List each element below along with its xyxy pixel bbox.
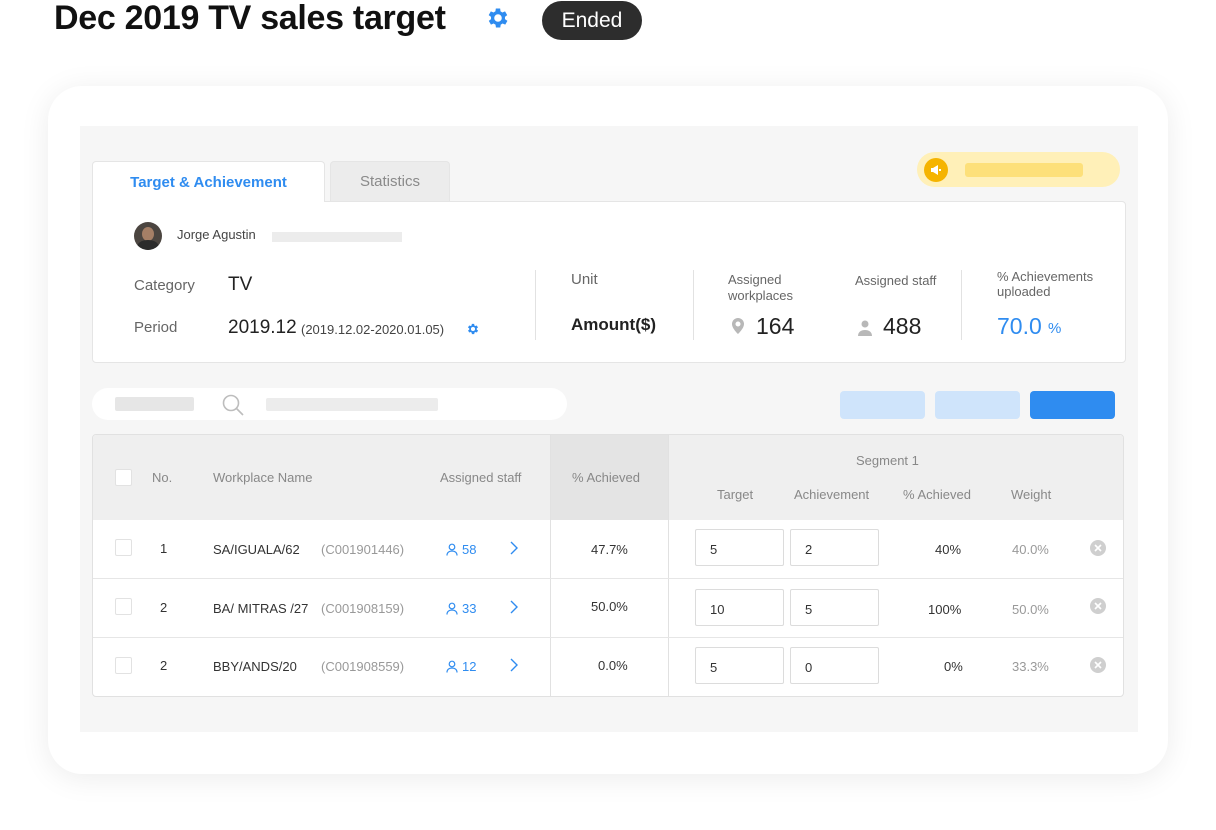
user-info-placeholder bbox=[272, 232, 402, 242]
location-pin-icon bbox=[732, 318, 744, 334]
action-button-2[interactable] bbox=[935, 391, 1020, 419]
achievement-input[interactable]: 2 bbox=[790, 529, 879, 566]
achievement-input[interactable]: 5 bbox=[790, 589, 879, 626]
person-icon bbox=[858, 320, 872, 336]
target-input[interactable]: 5 bbox=[695, 529, 784, 566]
weight-value: 33.3% bbox=[1012, 659, 1049, 674]
staff-label: Assigned staff bbox=[855, 273, 937, 288]
segment-achieved-value: 40% bbox=[935, 542, 962, 557]
unit-value: Amount($) bbox=[571, 315, 656, 334]
row-checkbox[interactable] bbox=[115, 539, 132, 556]
megaphone-icon bbox=[924, 158, 948, 182]
staff-value: 488 bbox=[883, 313, 922, 339]
achieved-value: 50.0% bbox=[591, 599, 628, 614]
notice-banner[interactable] bbox=[917, 152, 1120, 187]
row-no: 2 bbox=[160, 600, 168, 615]
primary-action-button[interactable] bbox=[1030, 391, 1115, 419]
user-name: Jorge Agustin bbox=[177, 227, 256, 242]
user-outline-icon bbox=[446, 660, 458, 673]
workplace-code: (C001901446) bbox=[321, 542, 405, 557]
divider bbox=[961, 270, 962, 340]
select-all-checkbox[interactable] bbox=[115, 469, 132, 486]
chevron-right-icon[interactable] bbox=[509, 541, 519, 555]
remove-icon[interactable] bbox=[1089, 539, 1107, 557]
row-no: 1 bbox=[160, 541, 168, 556]
tab-statistics[interactable]: Statistics bbox=[330, 161, 450, 201]
target-input[interactable]: 5 bbox=[695, 647, 784, 684]
filter-dropdown-placeholder[interactable] bbox=[115, 397, 194, 411]
workplaces-label: Assigned workplaces bbox=[728, 272, 794, 303]
page-title: Dec 2019 TV sales target bbox=[54, 0, 446, 37]
notice-text-placeholder bbox=[965, 163, 1083, 177]
uploaded-label: % Achievements uploaded bbox=[997, 269, 1094, 299]
header-workplace: Workplace Name bbox=[213, 470, 313, 485]
workplace-name: SA/IGUALA/62 bbox=[213, 542, 300, 557]
header-staff: Assigned staff bbox=[440, 470, 522, 485]
header-no: No. bbox=[152, 470, 173, 485]
segment-achieved-value: 100% bbox=[928, 602, 962, 617]
assigned-staff-link[interactable]: 12 bbox=[446, 659, 476, 674]
weight-value: 40.0% bbox=[1012, 542, 1049, 557]
tab-target-achievement[interactable]: Target & Achievement bbox=[92, 161, 325, 202]
remove-icon[interactable] bbox=[1089, 656, 1107, 674]
workplace-code: (C001908159) bbox=[321, 601, 405, 616]
period-label: Period bbox=[134, 319, 178, 336]
user-outline-icon bbox=[446, 543, 458, 556]
row-checkbox[interactable] bbox=[115, 598, 132, 615]
row-checkbox[interactable] bbox=[115, 657, 132, 674]
search-icon[interactable] bbox=[221, 393, 245, 417]
header-segment: Segment 1 bbox=[856, 453, 919, 468]
user-outline-icon bbox=[446, 602, 458, 615]
divider bbox=[693, 270, 694, 340]
gear-icon[interactable] bbox=[483, 5, 513, 31]
avatar bbox=[134, 222, 162, 250]
header-achievement: Achievement bbox=[794, 487, 870, 502]
chevron-right-icon[interactable] bbox=[509, 658, 519, 672]
achieved-value: 47.7% bbox=[591, 542, 628, 557]
period-range: (2019.12.02-2020.01.05) bbox=[301, 322, 445, 337]
search-input[interactable] bbox=[266, 398, 438, 411]
remove-icon[interactable] bbox=[1089, 597, 1107, 615]
workplaces-value: 164 bbox=[756, 313, 795, 339]
category-label: Category bbox=[134, 277, 195, 294]
achievement-input[interactable]: 0 bbox=[790, 647, 879, 684]
period-value: 2019.12 bbox=[228, 317, 297, 338]
row-no: 2 bbox=[160, 658, 168, 673]
workplace-name: BA/ MITRAS /27 bbox=[213, 601, 309, 616]
header-segment-achieved: % Achieved bbox=[903, 487, 971, 502]
assigned-staff-link[interactable]: 33 bbox=[446, 601, 476, 616]
header-achieved: % Achieved bbox=[572, 470, 640, 485]
gear-icon[interactable] bbox=[466, 322, 480, 336]
unit-label: Unit bbox=[571, 271, 598, 288]
achieved-value: 0.0% bbox=[598, 658, 628, 673]
uploaded-value: 70.0 bbox=[997, 313, 1042, 339]
assigned-staff-link[interactable]: 58 bbox=[446, 542, 476, 557]
target-input[interactable]: 10 bbox=[695, 589, 784, 626]
chevron-right-icon[interactable] bbox=[509, 600, 519, 614]
action-button-1[interactable] bbox=[840, 391, 925, 419]
status-badge: Ended bbox=[542, 1, 642, 40]
divider bbox=[535, 270, 536, 340]
workplace-code: (C001908559) bbox=[321, 659, 405, 674]
segment-achieved-value: 0% bbox=[944, 659, 963, 674]
uploaded-unit: % bbox=[1048, 320, 1062, 337]
header-target: Target bbox=[717, 487, 754, 502]
category-value: TV bbox=[228, 274, 253, 295]
header-weight: Weight bbox=[1011, 487, 1052, 502]
weight-value: 50.0% bbox=[1012, 602, 1049, 617]
workplace-name: BBY/ANDS/20 bbox=[213, 659, 297, 674]
